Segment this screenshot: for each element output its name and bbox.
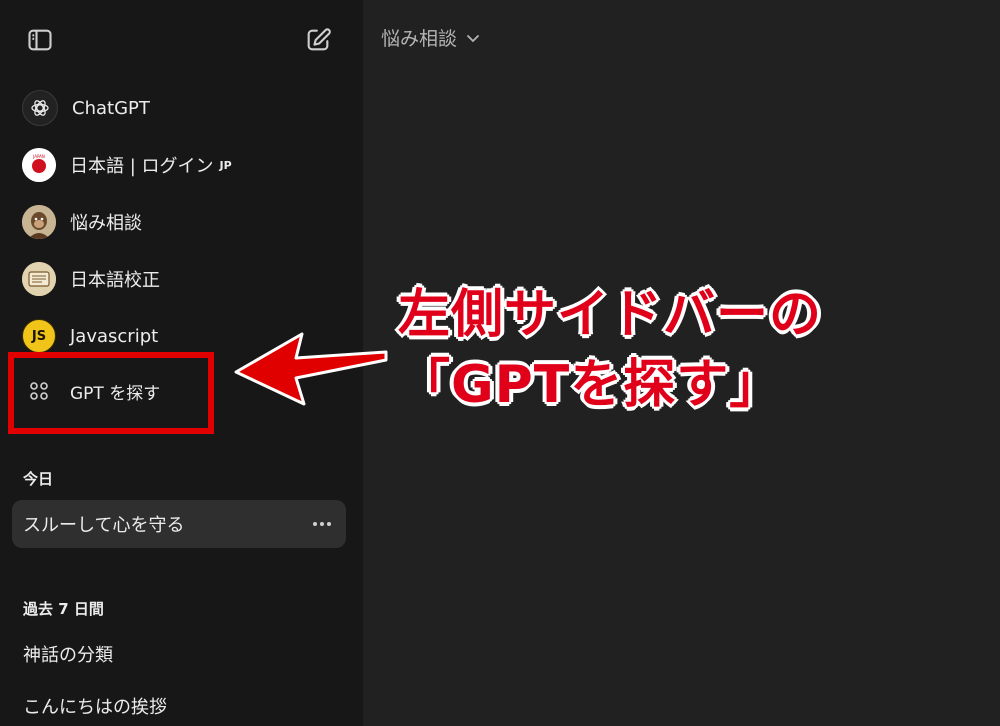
more-options-icon[interactable]	[312, 514, 332, 534]
chat-title: こんにちはの挨拶	[23, 697, 167, 718]
scroll-avatar-icon	[22, 262, 56, 296]
gpt-label: 日本語 | ログイン	[70, 156, 214, 177]
javascript-avatar-icon: JS	[22, 319, 56, 353]
annotation-line-2: 「GPTを探す」	[398, 355, 783, 415]
js-icon-text: JS	[31, 328, 47, 344]
chevron-down-icon	[467, 34, 479, 42]
gpt-item-worry-consult[interactable]: 悩み相談	[12, 198, 346, 246]
japan-flag-avatar-icon: JAPAN	[22, 148, 56, 182]
chat-item[interactable]: こんにちはの挨拶	[12, 682, 346, 726]
gpt-label: Javascript	[70, 325, 159, 347]
gpt-item-japanese-proofreading[interactable]: 日本語校正	[12, 255, 346, 303]
language-badge: JP	[219, 158, 232, 172]
model-selector[interactable]: 悩み相談	[381, 24, 481, 51]
section-title-past-7-days: 過去 7 日間	[23, 600, 104, 618]
gpt-label: ChatGPT	[72, 97, 150, 119]
gpt-label: 悩み相談	[70, 213, 142, 234]
openai-logo-icon	[22, 90, 58, 126]
chat-title: スルーして心を守る	[23, 515, 185, 536]
model-selector-label: 悩み相談	[381, 28, 458, 50]
chat-item[interactable]: スルーして心を守る	[12, 500, 346, 548]
annotation-highlight-box	[8, 352, 214, 434]
annotation-line-1: 左側サイドバーの	[398, 285, 823, 345]
section-title-today: 今日	[23, 470, 54, 488]
chat-item[interactable]: 神話の分類	[12, 630, 346, 678]
annotation-text: 左側サイドバーの 「GPTを探す」	[398, 280, 958, 420]
gpt-item-japanese-login[interactable]: JAPAN 日本語 | ログイン JP	[12, 141, 346, 189]
svg-text:JAPAN: JAPAN	[32, 154, 45, 159]
chat-title: 神話の分類	[23, 645, 113, 666]
gpt-item-chatgpt[interactable]: ChatGPT	[12, 84, 346, 132]
annotation-arrow-icon	[234, 332, 388, 406]
new-chat-icon[interactable]	[300, 22, 336, 58]
gpt-label: 日本語校正	[70, 270, 160, 291]
sidebar-toggle-icon[interactable]	[22, 22, 58, 58]
monkey-avatar-icon	[22, 205, 56, 239]
